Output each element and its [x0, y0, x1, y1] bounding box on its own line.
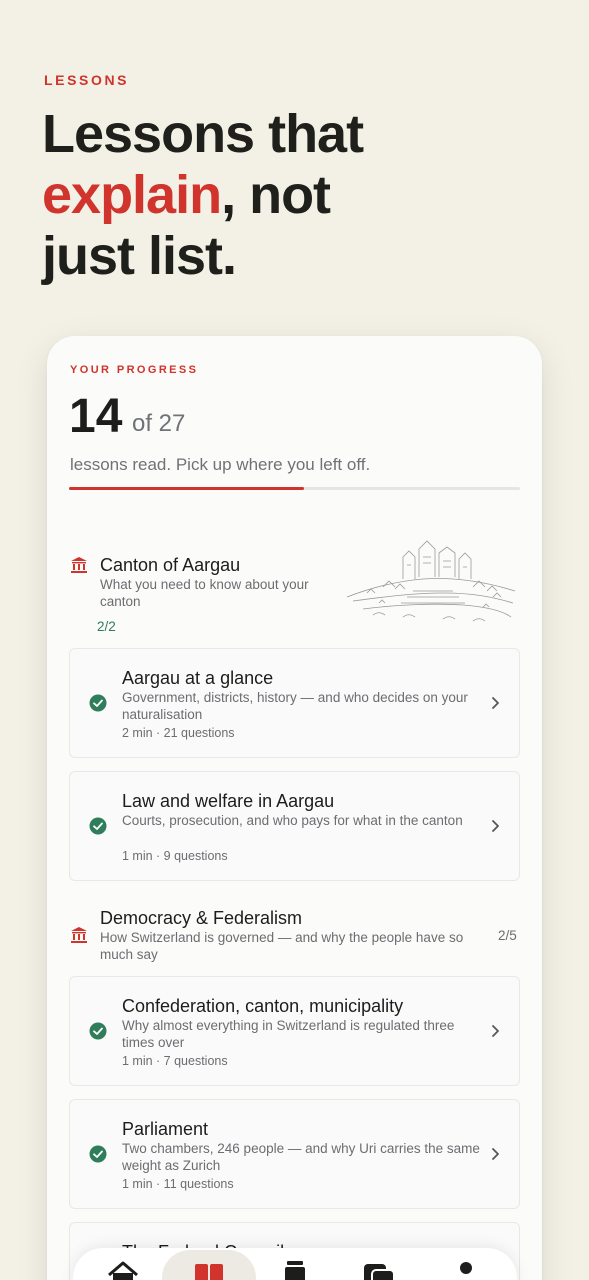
lesson-description: Why almost everything in Switzerland is … [122, 1018, 455, 1050]
lesson-card[interactable]: Parliament Two chambers, 246 people — an… [69, 1099, 520, 1209]
lesson-title: Parliament [122, 1119, 209, 1139]
progress-bar [69, 487, 520, 490]
eyebrow-label: LESSONS [44, 72, 130, 88]
progress-read-count: 14 [69, 390, 123, 443]
check-circle-icon [89, 1145, 107, 1163]
section-description: What you need to know about your canton [100, 577, 309, 609]
headline-accent: explain [42, 165, 222, 225]
check-circle-icon [89, 694, 107, 712]
lesson-meta: 1 min · 9 questions [122, 849, 228, 863]
section-title: Canton of Aargau [100, 555, 241, 575]
lesson-description: Courts, prosecution, and who pays for wh… [122, 813, 463, 828]
institution-icon [71, 927, 87, 943]
lesson-card[interactable]: Aargau at a glance Government, districts… [69, 648, 520, 758]
page-headline: Lessons that explain, not just list. [42, 104, 364, 287]
book-icon[interactable] [191, 1258, 227, 1280]
lesson-title: Aargau at a glance [122, 668, 274, 688]
chevron-right-icon [492, 697, 499, 709]
lesson-card[interactable]: Law and welfare in Aargau Courts, prosec… [69, 771, 520, 881]
lesson-meta: 2 min · 21 questions [122, 726, 235, 740]
check-circle-icon [89, 817, 107, 835]
lesson-description: Government, districts, history — and who… [122, 690, 468, 722]
lesson-meta: 1 min · 7 questions [122, 1054, 228, 1068]
lesson-title: Law and welfare in Aargau [122, 791, 335, 811]
section-description: How Switzerland is governed — and why th… [100, 930, 464, 962]
document-icon[interactable] [277, 1258, 313, 1280]
progress-label: YOUR PROGRESS [70, 364, 199, 376]
progress-subtitle: lessons read. Pick up where you left off… [70, 455, 371, 474]
lesson-title: Confederation, canton, municipality [122, 996, 404, 1016]
lesson-card[interactable]: Confederation, canton, municipality Why … [69, 976, 520, 1086]
lesson-meta: 1 min · 11 questions [122, 1177, 234, 1191]
bottom-tab-bar [73, 1248, 517, 1280]
phone-screen: YOUR PROGRESS 14 of 27 lessons read. Pic… [47, 336, 542, 1280]
cards-icon[interactable] [361, 1258, 397, 1280]
headline-line3: just list. [42, 226, 237, 286]
headline-line1: Lessons that [42, 104, 364, 164]
section-progress-count: 2/5 [498, 928, 517, 943]
progress-total: of 27 [132, 410, 186, 437]
castle-illustration [346, 540, 516, 622]
progress-bar-fill [69, 487, 304, 490]
chevron-right-icon [492, 820, 499, 832]
section-title: Democracy & Federalism [100, 908, 303, 928]
home-icon[interactable] [105, 1258, 141, 1280]
lesson-description: Two chambers, 246 people — and why Uri c… [122, 1141, 480, 1173]
check-circle-icon [89, 1022, 107, 1040]
person-icon[interactable] [448, 1258, 484, 1280]
chevron-right-icon [492, 1025, 499, 1037]
section-progress-count: 2/2 [97, 619, 116, 634]
institution-icon [71, 557, 87, 573]
headline-line2-rest: , not [221, 165, 331, 225]
chevron-right-icon [492, 1148, 499, 1160]
